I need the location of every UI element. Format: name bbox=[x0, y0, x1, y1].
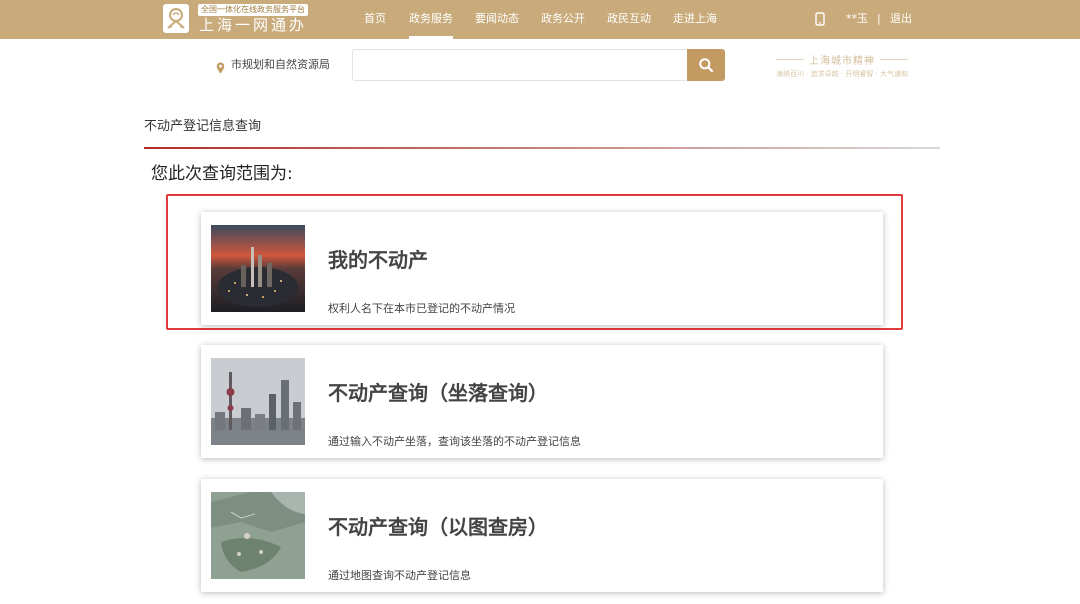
city-night-thumbnail bbox=[211, 225, 305, 312]
card-description: 通过地图查询不动产登记信息 bbox=[328, 569, 471, 582]
site-title[interactable]: 上海一网通办 bbox=[199, 16, 307, 34]
nav-news[interactable]: 要闻动态 bbox=[475, 0, 519, 39]
card-address-query[interactable]: 不动产查询（坐落查询） 通过输入不动产坐落，查询该坐落的不动产登记信息 bbox=[201, 345, 883, 458]
title-divider bbox=[144, 147, 940, 149]
city-spirit-slogan: 海纳百川 · 追求卓越 · 开明睿智 · 大气谦和 bbox=[775, 70, 909, 78]
header-separator: | bbox=[877, 12, 881, 25]
nav-home[interactable]: 首页 bbox=[364, 0, 386, 39]
user-name[interactable]: **玉 bbox=[846, 0, 868, 37]
logout-link[interactable]: 退出 bbox=[890, 0, 912, 37]
nav-about-shanghai[interactable]: 走进上海 bbox=[673, 0, 717, 39]
satellite-map-thumbnail bbox=[211, 492, 305, 579]
nav-gov-open[interactable]: 政务公开 bbox=[541, 0, 585, 39]
search-button[interactable] bbox=[687, 49, 725, 81]
card-title: 我的不动产 bbox=[328, 248, 428, 272]
card-description: 通过输入不动产坐落，查询该坐落的不动产登记信息 bbox=[328, 435, 581, 448]
query-scope-label: 您此次查询范围为: bbox=[151, 164, 293, 184]
location-pin-icon bbox=[216, 59, 225, 78]
card-title: 不动产查询（坐落查询） bbox=[328, 381, 548, 405]
platform-tag: 全国一体化在线政务服务平台 bbox=[198, 4, 308, 16]
department-selector[interactable]: 市规划和自然资源局 bbox=[231, 57, 330, 73]
search-icon bbox=[699, 58, 714, 73]
nav-interaction[interactable]: 政民互动 bbox=[607, 0, 651, 39]
nav-gov-services[interactable]: 政务服务 bbox=[409, 0, 453, 39]
card-map-query[interactable]: 不动产查询（以图查房） 通过地图查询不动产登记信息 bbox=[201, 479, 883, 592]
page-title: 不动产登记信息查询 bbox=[144, 119, 262, 134]
top-nav-bar: 全国一体化在线政务服务平台 上海一网通办 首页 政务服务 要闻动态 政务公开 政… bbox=[0, 0, 1080, 39]
search-input[interactable] bbox=[352, 49, 686, 81]
card-my-property[interactable]: 我的不动产 权利人名下在本市已登记的不动产情况 bbox=[201, 212, 883, 325]
skyline-thumbnail bbox=[211, 358, 305, 445]
card-description: 权利人名下在本市已登记的不动产情况 bbox=[328, 302, 515, 315]
city-spirit-title: 上海城市精神 bbox=[762, 52, 922, 67]
logo-icon[interactable] bbox=[163, 4, 189, 33]
mobile-phone-icon[interactable] bbox=[815, 11, 825, 30]
card-title: 不动产查询（以图查房） bbox=[328, 515, 548, 539]
